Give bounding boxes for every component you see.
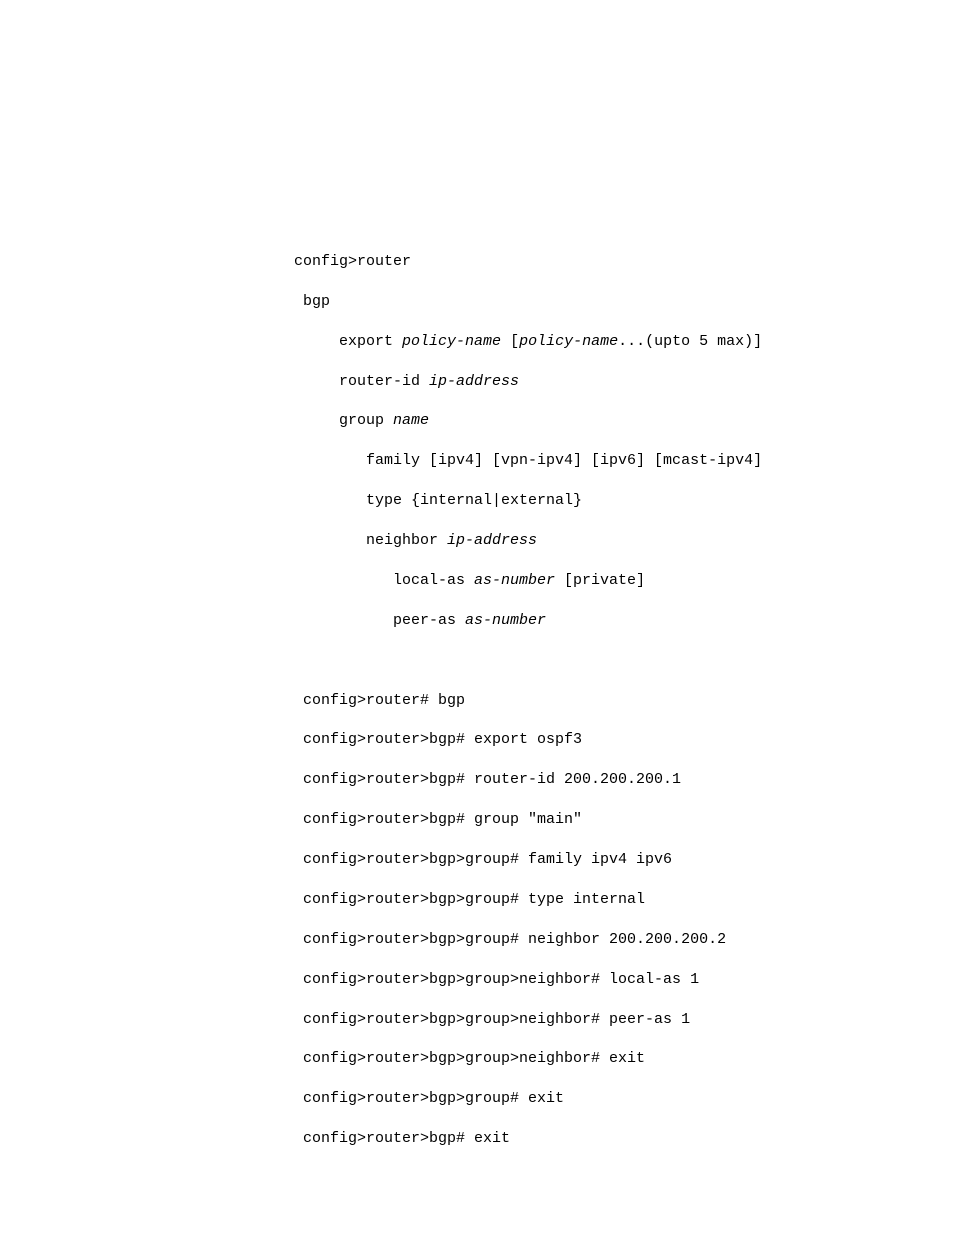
text: neighbor (294, 532, 447, 549)
example-line: config>router# bgp (294, 691, 954, 711)
param: ip-address (447, 532, 537, 549)
text: config>router>bgp>group# neighbor 200.20… (294, 931, 726, 948)
text: peer-as (294, 612, 465, 629)
param: as-number (474, 572, 555, 589)
param: name (393, 412, 429, 429)
text: config>router>bgp# exit (294, 1130, 510, 1147)
text: config>router>bgp# group "main" (294, 811, 582, 828)
text: [ (501, 333, 519, 350)
syntax-line: family [ipv4] [vpn-ipv4] [ipv6] [mcast-i… (294, 451, 954, 471)
text: config>router>bgp>group>neighbor# local-… (294, 971, 699, 988)
text: config>router>bgp>group# family ipv4 ipv… (294, 851, 672, 868)
text: config>router>bgp>group# exit (294, 1090, 564, 1107)
text: config>router>bgp# router-id 200.200.200… (294, 771, 681, 788)
syntax-line: router-id ip-address (294, 372, 954, 392)
text: config>router# bgp (294, 692, 465, 709)
syntax-line: export policy-name [policy-name...(upto … (294, 332, 954, 352)
text: local-as (294, 572, 474, 589)
code-block: config>router bgp export policy-name [po… (294, 232, 954, 1169)
text: export (294, 333, 402, 350)
example-line: config>router>bgp>group# type internal (294, 890, 954, 910)
text: [private] (555, 572, 645, 589)
example-line: config>router>bgp>group>neighbor# exit (294, 1049, 954, 1069)
text: group (294, 412, 393, 429)
syntax-line: type {internal|external} (294, 491, 954, 511)
param: policy-name (519, 333, 618, 350)
text: bgp (294, 293, 330, 310)
syntax-line: bgp (294, 292, 954, 312)
text: ...(upto 5 max)] (618, 333, 762, 350)
text: config>router>bgp>group>neighbor# exit (294, 1050, 645, 1067)
syntax-line: peer-as as-number (294, 611, 954, 631)
text: type {internal|external} (294, 492, 582, 509)
syntax-line: config>router (294, 252, 954, 272)
text: family [ipv4] [vpn-ipv4] [ipv6] [mcast-i… (294, 452, 762, 469)
param: policy-name (402, 333, 501, 350)
syntax-line: neighbor ip-address (294, 531, 954, 551)
example-line: config>router>bgp>group>neighbor# local-… (294, 970, 954, 990)
example-line: config>router>bgp# export ospf3 (294, 730, 954, 750)
example-line: config>router>bgp>group# family ipv4 ipv… (294, 850, 954, 870)
example-line: config>router>bgp# router-id 200.200.200… (294, 770, 954, 790)
text: config>router>bgp>group# type internal (294, 891, 645, 908)
param: as-number (465, 612, 546, 629)
text: router-id (294, 373, 429, 390)
syntax-line: local-as as-number [private] (294, 571, 954, 591)
blank-line (294, 651, 954, 671)
example-line: config>router>bgp>group# exit (294, 1089, 954, 1109)
example-line: config>router>bgp# exit (294, 1129, 954, 1149)
example-line: config>router>bgp# group "main" (294, 810, 954, 830)
example-line: config>router>bgp>group# neighbor 200.20… (294, 930, 954, 950)
text: config>router (294, 253, 411, 270)
param: ip-address (429, 373, 519, 390)
text: config>router>bgp>group>neighbor# peer-a… (294, 1011, 690, 1028)
text: config>router>bgp# export ospf3 (294, 731, 582, 748)
syntax-line: group name (294, 411, 954, 431)
example-line: config>router>bgp>group>neighbor# peer-a… (294, 1010, 954, 1030)
